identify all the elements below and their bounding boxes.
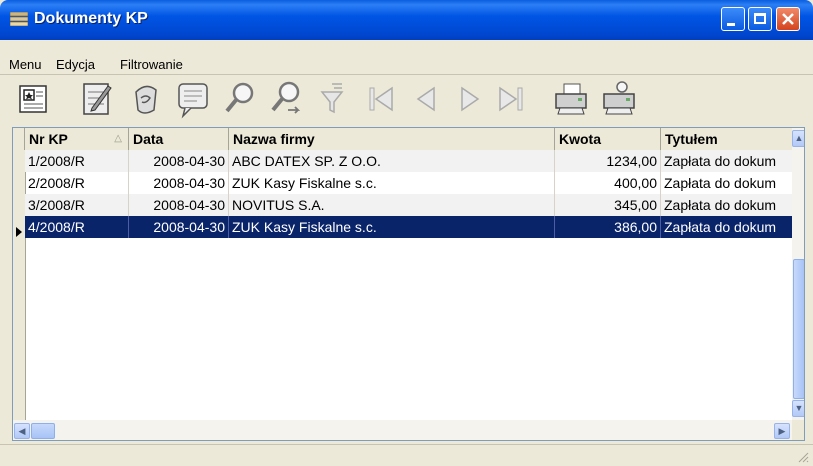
window-title: Dokumenty KP: [34, 10, 148, 27]
cell-kwota: 1234,00: [555, 150, 661, 172]
menu-bar: Menu Edycja Filtrowanie: [0, 40, 813, 75]
cell-data: 2008-04-30: [129, 150, 229, 172]
cell-nr-kp: 2/2008/R: [25, 172, 129, 194]
scroll-left-button[interactable]: ◀: [14, 423, 30, 439]
maximize-button[interactable]: [748, 7, 772, 31]
cell-nazwa-firmy: ZUK Kasy Fiskalne s.c.: [229, 216, 555, 238]
search-next-icon[interactable]: [268, 78, 306, 120]
chevron-left-icon: ◀: [18, 426, 26, 436]
table-row[interactable]: 2/2008/R 2008-04-30 ZUK Kasy Fiskalne s.…: [25, 172, 792, 194]
print-icon[interactable]: [552, 78, 590, 120]
cell-nr-kp: 4/2008/R: [25, 216, 129, 238]
horizontal-scrollbar[interactable]: ◀ ▶: [13, 420, 792, 440]
column-header-data[interactable]: Data: [129, 128, 229, 150]
scrollbar-corner: [792, 420, 804, 440]
horizontal-scroll-thumb[interactable]: [31, 423, 55, 439]
vertical-scrollbar[interactable]: ▲ ▼: [792, 128, 804, 420]
current-row-indicator-icon: [16, 227, 22, 237]
scroll-up-button[interactable]: ▲: [792, 130, 804, 147]
toolbar: [0, 75, 813, 127]
cell-tytulem: Zapłata do dokum: [664, 197, 777, 213]
table-row-selected[interactable]: 4/2008/R 2008-04-30 ZUK Kasy Fiskalne s.…: [25, 216, 792, 238]
close-button[interactable]: [776, 7, 800, 31]
documents-grid[interactable]: Nr KP △ Data Nazwa firmy Kwota Tytułem 1…: [12, 127, 805, 441]
column-header-nr-kp[interactable]: Nr KP △: [25, 128, 129, 150]
maximize-icon: [754, 13, 766, 24]
table-row[interactable]: 1/2008/R 2008-04-30 ABC DATEX SP. Z O.O.…: [25, 150, 792, 172]
column-header-kwota[interactable]: Kwota: [555, 128, 661, 150]
cell-kwota: 400,00: [555, 172, 661, 194]
chevron-right-icon: ▶: [778, 426, 786, 436]
add-document-icon[interactable]: [16, 78, 54, 120]
edit-document-icon[interactable]: [78, 78, 116, 120]
sort-ascending-icon: △: [114, 133, 122, 144]
dokumenty-kp-window: Dokumenty KP Menu Edycja Filtrowanie Nr …: [0, 0, 813, 466]
cell-data: 2008-04-30: [129, 172, 229, 194]
cell-nr-kp: 3/2008/R: [25, 194, 129, 216]
delete-document-icon[interactable]: [128, 78, 166, 120]
status-bar: [0, 444, 813, 466]
grid-header: Nr KP △ Data Nazwa firmy Kwota Tytułem: [13, 128, 792, 151]
first-record-icon[interactable]: [362, 78, 400, 120]
documents-stack-icon: [10, 12, 28, 26]
search-icon[interactable]: [222, 78, 260, 120]
column-label-nr-kp: Nr KP: [29, 131, 68, 147]
menu-edycja[interactable]: Edycja: [56, 57, 95, 72]
scroll-right-button[interactable]: ▶: [774, 423, 790, 439]
cell-nr-kp: 1/2008/R: [25, 150, 129, 172]
cell-data: 2008-04-30: [129, 216, 229, 238]
menu-menu[interactable]: Menu: [9, 57, 42, 72]
minimize-button[interactable]: [721, 7, 745, 31]
next-record-icon[interactable]: [452, 78, 490, 120]
vertical-scroll-thumb[interactable]: [793, 259, 804, 399]
menu-filtrowanie[interactable]: Filtrowanie: [120, 57, 183, 72]
last-record-icon[interactable]: [492, 78, 530, 120]
table-row[interactable]: 3/2008/R 2008-04-30 NOVITUS S.A. 345,00 …: [25, 194, 792, 216]
cell-tytulem: Zapłata do dokum: [664, 219, 777, 235]
previous-record-icon[interactable]: [406, 78, 444, 120]
chevron-down-icon: ▼: [794, 403, 804, 413]
cell-data: 2008-04-30: [129, 194, 229, 216]
cell-kwota: 386,00: [555, 216, 661, 238]
filter-icon[interactable]: [316, 78, 354, 120]
cell-kwota: 345,00: [555, 194, 661, 216]
minimize-icon: [727, 23, 735, 26]
chevron-up-icon: ▲: [794, 133, 804, 143]
header-indicator: [13, 128, 25, 150]
column-header-tytulem[interactable]: Tytułem: [661, 128, 792, 150]
close-icon: [782, 13, 794, 25]
print-preview-icon[interactable]: [600, 78, 638, 120]
column-header-nazwa-firmy[interactable]: Nazwa firmy: [229, 128, 555, 150]
cell-nazwa-firmy: ZUK Kasy Fiskalne s.c.: [229, 172, 555, 194]
view-document-icon[interactable]: [175, 78, 213, 120]
cell-nazwa-firmy: ABC DATEX SP. Z O.O.: [229, 150, 555, 172]
title-bar[interactable]: Dokumenty KP: [0, 0, 813, 40]
scroll-down-button[interactable]: ▼: [792, 400, 804, 417]
cell-tytulem: Zapłata do dokum: [664, 153, 777, 169]
cell-tytulem: Zapłata do dokum: [664, 175, 777, 191]
resize-grip-icon[interactable]: [797, 451, 809, 463]
cell-nazwa-firmy: NOVITUS S.A.: [229, 194, 555, 216]
